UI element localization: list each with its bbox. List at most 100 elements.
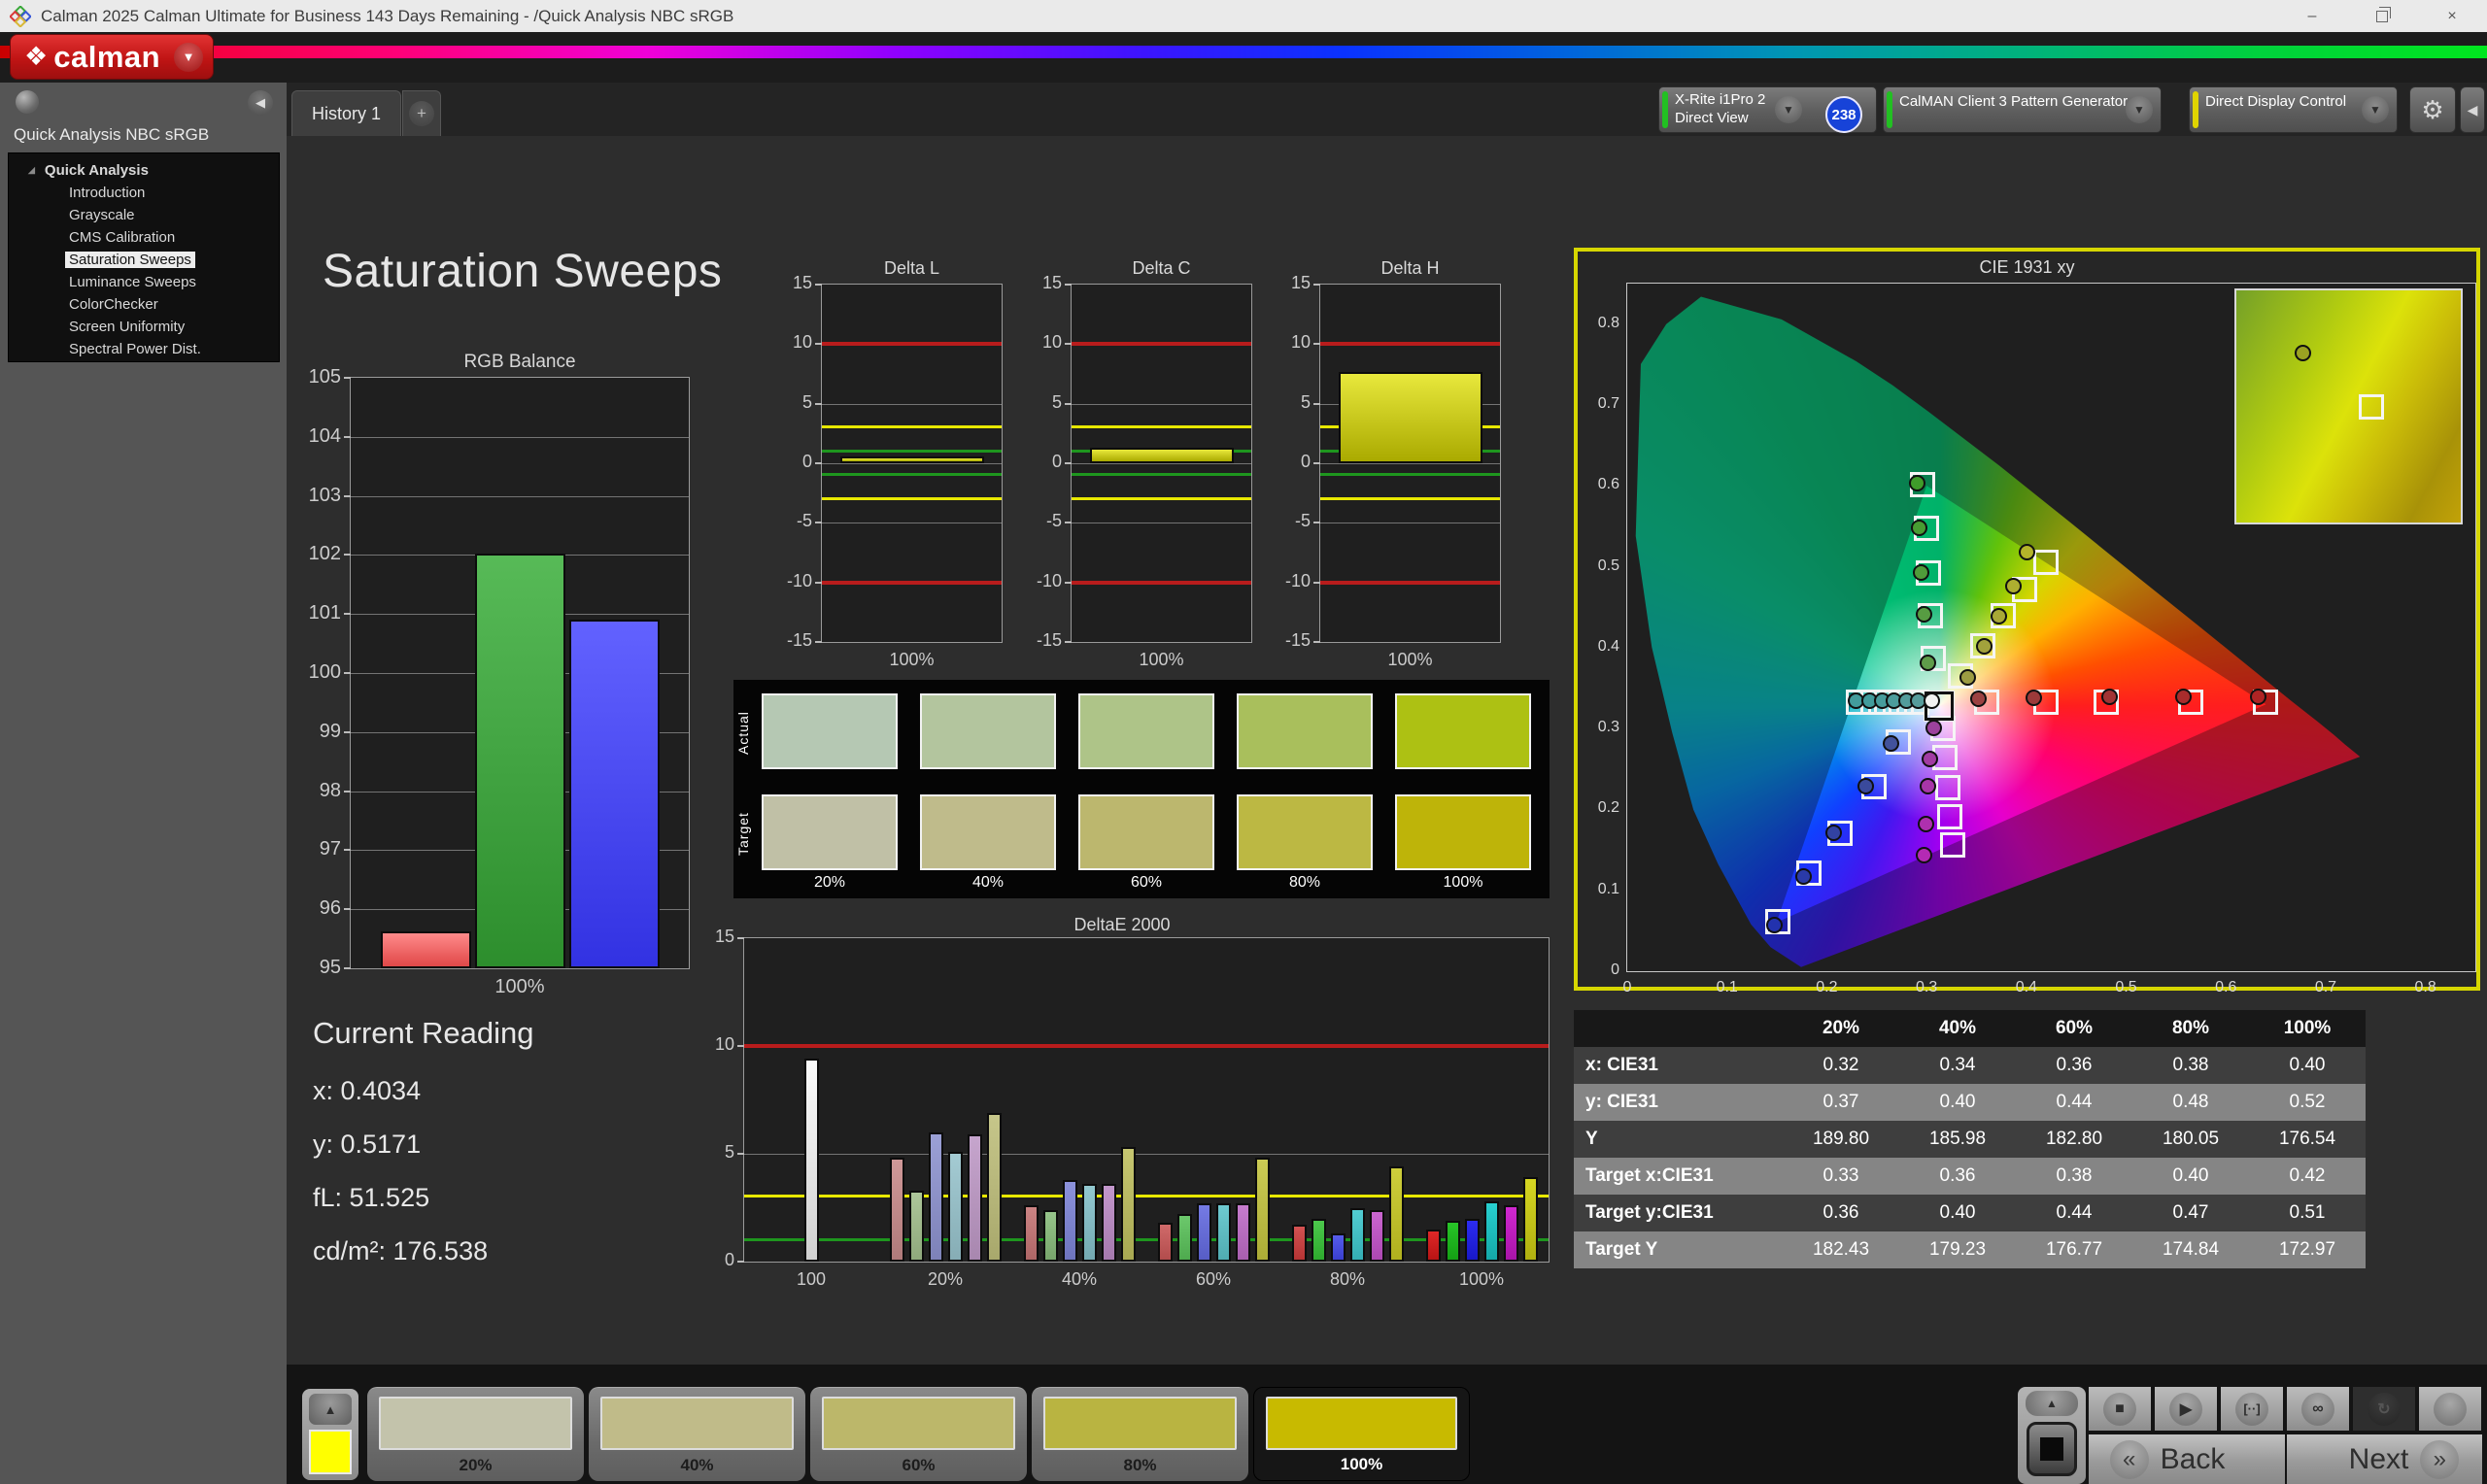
display-control-dropdown[interactable]: Direct Display Control ▼ (2189, 86, 2398, 133)
back-button[interactable]: « Back (2089, 1434, 2285, 1484)
table-cell: 0.37 (1823, 1092, 1859, 1112)
current-pattern-swatch[interactable] (309, 1430, 352, 1474)
bar (1101, 1184, 1116, 1262)
bar (967, 1134, 982, 1262)
expander-icon: ◢ (28, 165, 35, 175)
tree-item-spectral-power-dist-[interactable]: Spectral Power Dist. (9, 338, 279, 360)
collapse-up-button[interactable]: ▲ (2026, 1391, 2078, 1416)
tab-history-1[interactable]: History 1 (291, 90, 401, 136)
tree-item-cms-calibration[interactable]: CMS Calibration (9, 226, 279, 249)
play-button[interactable]: ▶ (2155, 1387, 2217, 1431)
y-axis-tick-label: 0.6 (1597, 476, 1619, 493)
sidebar-collapse-button[interactable]: ◀ (248, 90, 273, 116)
table-cell: 182.80 (2045, 1129, 2103, 1149)
meter-dropdown[interactable]: X-Rite i1Pro 2 Direct View ▼ 238 (1658, 86, 1877, 133)
cie-title: CIE 1931 xy (1979, 257, 2075, 277)
swatch-column-label: 60% (1130, 874, 1163, 891)
swatch-column-label: 20% (813, 874, 846, 891)
sphere-icon[interactable] (16, 90, 39, 114)
next-button[interactable]: Next » (2287, 1434, 2482, 1484)
delta-c-title: Delta C (1132, 258, 1191, 278)
table-cell: 189.80 (1812, 1129, 1870, 1149)
blank-button[interactable] (2419, 1387, 2481, 1431)
bar (1089, 448, 1234, 463)
x-axis-group-label: 100% (494, 976, 545, 997)
collapse-up-button[interactable]: ▲ (309, 1394, 352, 1425)
bar (1445, 1220, 1460, 1262)
pattern-swatch-label: 60% (902, 1456, 936, 1474)
panel-collapse-button[interactable]: ◀ (2460, 86, 2485, 133)
spectrum-strip (0, 46, 2487, 58)
tree-item-luminance-sweeps[interactable]: Luminance Sweeps (9, 271, 279, 293)
pattern-swatch-button-100pct[interactable]: 100% (1253, 1387, 1470, 1481)
meter-count-badge: 238 (1825, 96, 1862, 133)
add-tab-button[interactable]: + (402, 90, 441, 136)
table-row-label: Y (1585, 1129, 1598, 1149)
tree-item-saturation-sweeps[interactable]: Saturation Sweeps (9, 249, 279, 271)
y-axis-tick-label: 5 (724, 1142, 734, 1162)
refresh-button[interactable]: ↻ (2353, 1387, 2415, 1431)
tree-item-screen-uniformity[interactable]: Screen Uniformity (9, 316, 279, 338)
bar (1042, 1209, 1058, 1262)
y-axis-tick-label: 5 (1051, 391, 1062, 412)
pattern-swatch-button-20pct[interactable]: 20% (367, 1387, 584, 1481)
bar (1215, 1203, 1231, 1262)
tree-item-introduction[interactable]: Introduction (9, 182, 279, 204)
bracket-button[interactable]: [··] (2221, 1387, 2283, 1431)
restore-button[interactable] (2347, 0, 2417, 32)
table-cell: 0.47 (2172, 1202, 2209, 1223)
current-reading: Current Reading x: 0.4034 y: 0.5171 fL: … (313, 1016, 533, 1290)
y-axis-tick (815, 284, 822, 286)
stop-pattern-button[interactable] (2027, 1422, 2077, 1476)
stop-icon (2040, 1437, 2063, 1461)
settings-button[interactable]: ⚙ (2409, 86, 2456, 133)
window-title: Calman 2025 Calman Ultimate for Business… (41, 6, 734, 25)
table-cell: 0.44 (2056, 1202, 2093, 1223)
bar (1483, 1200, 1499, 1262)
table-cell: 0.36 (2056, 1055, 2093, 1075)
loop-button[interactable]: ∞ (2287, 1387, 2349, 1431)
table-row: x: CIE31 0.32 0.34 0.36 0.38 0.40 (1574, 1047, 2366, 1084)
y-axis-tick (1313, 641, 1320, 643)
pattern-generator-dropdown[interactable]: CalMAN Client 3 Pattern Generator ▼ (1883, 86, 2162, 133)
measured-point-marker (1924, 691, 1941, 709)
y-axis-tick-label: -15 (1284, 630, 1311, 650)
y-axis-tick-label: 0.4 (1597, 637, 1619, 655)
tree-item-grayscale[interactable]: Grayscale (9, 204, 279, 226)
y-axis-tick (1065, 462, 1072, 464)
bar (1196, 1203, 1211, 1262)
calman-app-window: Calman 2025 Calman Ultimate for Business… (0, 0, 2487, 1484)
y-axis-tick-label: 10 (714, 1034, 734, 1054)
tree-root-quick-analysis[interactable]: ◢ Quick Analysis (9, 159, 279, 182)
table-row: y: CIE31 0.37 0.40 0.44 0.48 0.52 (1574, 1084, 2366, 1121)
pattern-mini-panel: ▲ (302, 1389, 358, 1480)
transport-panel: ▲ (2018, 1387, 2086, 1484)
tree-item-colorchecker[interactable]: ColorChecker (9, 293, 279, 316)
table-cell: 182.43 (1812, 1239, 1870, 1260)
reference-line (822, 449, 1002, 453)
calman-menu-button[interactable]: ❖ calman ▼ (10, 34, 214, 80)
y-axis-tick (1313, 581, 1320, 584)
pattern-swatch-label: 40% (680, 1456, 714, 1474)
pattern-swatch-label: 100% (1340, 1455, 1383, 1473)
bar (568, 620, 660, 968)
reference-line (1320, 580, 1500, 585)
y-axis-tick-label: 0 (724, 1250, 734, 1269)
x-axis-group-label: 20% (927, 1269, 964, 1289)
bar (908, 1190, 924, 1262)
chevron-down-icon: ▼ (2126, 96, 2153, 123)
pattern-swatch-button-80pct[interactable]: 80% (1032, 1387, 1248, 1481)
restore-icon (2376, 6, 2391, 22)
chevron-double-right-icon: » (2420, 1439, 2460, 1479)
close-button[interactable]: × (2417, 0, 2487, 32)
bar (839, 456, 984, 463)
color-swatch (1237, 794, 1373, 870)
table-cell: 0.48 (2172, 1092, 2209, 1112)
bar (1235, 1203, 1250, 1262)
pattern-swatch-button-60pct[interactable]: 60% (810, 1387, 1027, 1481)
minimize-button[interactable]: – (2277, 0, 2347, 32)
pattern-swatch-button-40pct[interactable]: 40% (589, 1387, 805, 1481)
window-titlebar: Calman 2025 Calman Ultimate for Business… (0, 0, 2487, 32)
stop-button[interactable]: ■ (2089, 1387, 2151, 1431)
bar (1330, 1233, 1346, 1262)
